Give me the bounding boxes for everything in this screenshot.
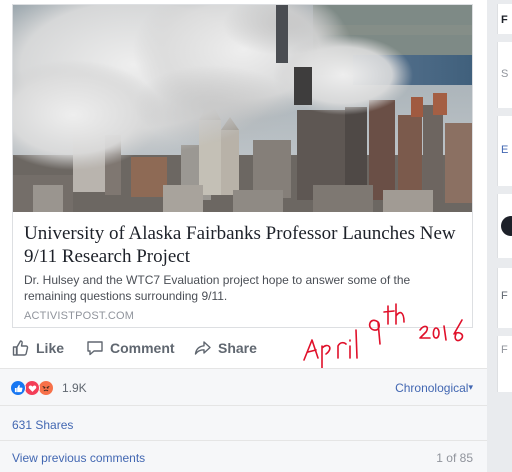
sidebar-card-glyph: F: [501, 14, 508, 26]
like-label: Like: [36, 340, 65, 356]
comment-sort-label: Chronological: [395, 381, 469, 395]
shares-bar: 631 Shares: [0, 405, 487, 440]
sidebar-card[interactable]: E: [497, 116, 512, 186]
like-button[interactable]: Like: [12, 338, 64, 358]
view-previous-comments-link[interactable]: View previous comments: [12, 451, 145, 465]
thumbs-up-icon: [12, 340, 29, 356]
right-sidebar: F S E F F: [487, 0, 512, 472]
feed-post: University of Alaska Fairbanks Professor…: [0, 0, 487, 472]
link-domain: ACTIVISTPOST.COM: [24, 310, 135, 322]
sidebar-card[interactable]: F: [497, 268, 512, 328]
share-label: Share: [218, 340, 257, 356]
handwritten-date-annotation: [303, 303, 464, 369]
sidebar-card-glyph: F: [501, 290, 508, 302]
comments-pagination: 1 of 85: [436, 451, 473, 465]
like-reaction-icon[interactable]: [10, 380, 26, 396]
sidebar-card[interactable]: S: [497, 42, 512, 108]
reaction-count[interactable]: 1.9K: [62, 381, 87, 395]
comment-label: Comment: [110, 340, 175, 356]
link-headline[interactable]: University of Alaska Fairbanks Professor…: [24, 222, 464, 268]
sidebar-avatar: [501, 216, 512, 236]
comment-icon: [87, 341, 103, 356]
angry-reaction-icon[interactable]: [38, 380, 54, 396]
comment-sort-dropdown[interactable]: Chronological▾: [395, 381, 473, 395]
sidebar-card-glyph: F: [501, 344, 508, 356]
sidebar-card[interactable]: F: [497, 336, 512, 392]
sidebar-card-glyph: E: [501, 144, 509, 156]
comments-bar: View previous comments 1 of 85: [0, 440, 487, 472]
chevron-down-icon: ▾: [468, 382, 473, 392]
comment-button[interactable]: Comment: [86, 338, 175, 358]
sidebar-card-glyph: S: [501, 68, 509, 80]
share-icon: [194, 341, 211, 355]
sidebar-card[interactable]: [497, 194, 512, 258]
reactions-summary-bar: 1.9K Chronological▾: [0, 368, 487, 405]
sidebar-card[interactable]: F: [497, 4, 512, 34]
link-preview-card[interactable]: University of Alaska Fairbanks Professor…: [12, 4, 473, 328]
love-reaction-icon[interactable]: [24, 380, 40, 396]
shares-count-link[interactable]: 631 Shares: [12, 418, 73, 432]
link-preview-image[interactable]: [13, 5, 472, 212]
share-button[interactable]: Share: [194, 338, 257, 358]
